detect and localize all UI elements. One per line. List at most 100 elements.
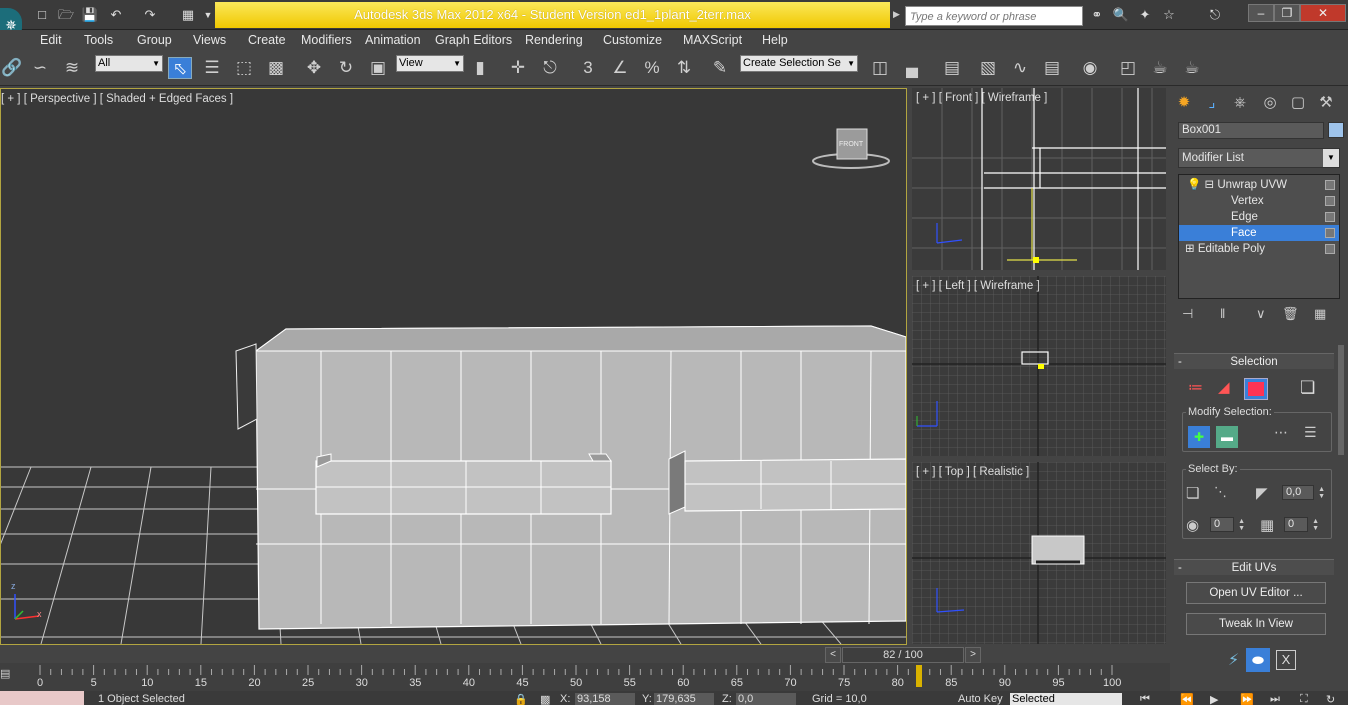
schematic-view-icon[interactable]: ▤ xyxy=(1040,57,1064,79)
left-viewport-label[interactable]: [ + ] [ Left ] [ Wireframe ] xyxy=(916,280,1040,292)
menu-create[interactable]: Create xyxy=(248,30,286,50)
unlink-icon[interactable]: ∽ xyxy=(28,57,52,79)
zoom-extents-icon[interactable]: ⛶ xyxy=(1300,693,1308,705)
track-bar[interactable]: ▤ 0 5 10 15 20 25 30 35 40 45 50 55 60 6… xyxy=(0,663,1170,691)
project-folder-icon[interactable]: ▦ xyxy=(178,5,198,25)
stack-item-toggle[interactable] xyxy=(1325,228,1335,238)
modify-tab-icon[interactable]: ⌟ xyxy=(1200,92,1224,114)
key-filter-dropdown[interactable]: Selected xyxy=(1010,693,1122,705)
front-viewport-label[interactable]: [ + ] [ Front ] [ Wireframe ] xyxy=(916,92,1047,104)
stack-item-edge[interactable]: Edge xyxy=(1179,209,1339,225)
stack-item-vertex[interactable]: Vertex xyxy=(1179,193,1339,209)
auto-key-button[interactable]: Auto Key xyxy=(958,693,1003,705)
shrink-selection-icon[interactable]: ▬ xyxy=(1216,426,1238,448)
show-end-result-icon[interactable]: ‖ xyxy=(1220,306,1225,321)
stack-item-unwrap-uvw[interactable]: 💡 ⊟ Unwrap UVW xyxy=(1179,177,1339,193)
absolute-mode-icon[interactable]: ▩ xyxy=(540,693,550,705)
select-and-manipulate-icon[interactable]: ✛ xyxy=(506,57,530,79)
undo-icon[interactable]: ↶ xyxy=(106,5,126,25)
motion-tab-icon[interactable]: ◎ xyxy=(1258,92,1282,114)
smoothing-group-spinner[interactable]: 0 ▲ ▼ xyxy=(1210,517,1245,532)
edit-uvs-rollout-header[interactable]: - Edit UVs xyxy=(1174,559,1334,575)
configure-modifier-sets-icon[interactable]: ▦ xyxy=(1314,306,1326,322)
modifier-list-dropdown[interactable]: Modifier List ▼ xyxy=(1178,148,1340,168)
rendered-frame-window-icon[interactable]: ☕ xyxy=(1148,57,1172,79)
left-viewport[interactable]: [ + ] [ Left ] [ Wireframe ] xyxy=(912,276,1166,456)
redo-icon[interactable]: ↷ xyxy=(140,5,160,25)
bind-space-warp-icon[interactable]: ≋ xyxy=(60,57,84,79)
open-file-icon[interactable]: 🗁 xyxy=(56,5,76,25)
perspective-viewport-label[interactable]: [ + ] [ Perspective ] [ Shaded + Edged F… xyxy=(1,93,233,105)
angle-snap-icon[interactable]: ∠ xyxy=(608,57,632,79)
scene-explorer-icon[interactable]: ▤ xyxy=(940,57,964,79)
goto-start-icon[interactable]: ⏮ xyxy=(1140,693,1150,705)
hierarchy-tab-icon[interactable]: ⎈ xyxy=(1228,92,1252,114)
menu-tools[interactable]: Tools xyxy=(84,30,113,50)
select-by-edge-loop-icon[interactable]: ⋱ xyxy=(1214,484,1227,500)
quick-planar-map-icon[interactable]: ⚡ xyxy=(1228,650,1239,670)
menu-group[interactable]: Group xyxy=(137,30,172,50)
loop-selection-icon[interactable]: ⋯ xyxy=(1274,424,1288,441)
object-name-field[interactable]: Box001 xyxy=(1178,122,1324,139)
perspective-viewport[interactable]: [ + ] [ Perspective ] [ Shaded + Edged F… xyxy=(0,88,907,645)
rotate-icon[interactable]: ↻ xyxy=(334,57,358,79)
stack-item-toggle[interactable] xyxy=(1325,244,1335,254)
keyboard-shortcut-override-icon[interactable]: ⎋ xyxy=(538,57,562,79)
x-coord-field[interactable]: 93,158 xyxy=(575,693,635,705)
stack-item-editable-poly[interactable]: ⊞ Editable Poly xyxy=(1179,241,1339,257)
remove-modifier-icon[interactable]: 🗑 xyxy=(1282,306,1299,322)
render-setup-icon[interactable]: ◰ xyxy=(1116,57,1140,79)
spinner-arrows-icon[interactable]: ▲ ▼ xyxy=(1312,518,1319,532)
layer-manager-icon[interactable]: ▧ xyxy=(976,57,1000,79)
select-and-link-icon[interactable]: 🔗 xyxy=(0,57,24,79)
percent-snap-icon[interactable]: % xyxy=(640,57,664,79)
goto-end-icon[interactable]: ⏭ xyxy=(1270,693,1280,705)
face-mode-icon[interactable] xyxy=(1244,378,1268,400)
rectangular-selection-icon[interactable]: ⬚ xyxy=(232,57,256,79)
front-viewport[interactable]: [ + ] [ Front ] [ Wireframe ] xyxy=(912,88,1166,270)
stack-item-toggle[interactable] xyxy=(1325,196,1335,206)
planar-map-icon[interactable]: ⬬ xyxy=(1246,648,1270,672)
y-coord-field[interactable]: 179,635 xyxy=(654,693,714,705)
help-icon[interactable]: ⎋ xyxy=(1200,5,1230,25)
orbit-icon[interactable]: ↻ xyxy=(1326,693,1335,705)
top-viewport[interactable]: [ + ] [ Top ] [ Realistic ] xyxy=(912,462,1166,644)
material-editor-icon[interactable]: ◉ xyxy=(1078,57,1102,79)
utilities-tab-icon[interactable]: ⚒ xyxy=(1314,92,1338,114)
expand-search-icon[interactable]: ▶ xyxy=(893,9,900,20)
window-crossing-icon[interactable]: ▩ xyxy=(264,57,288,79)
selection-rollout-header[interactable]: - Selection xyxy=(1174,353,1334,369)
next-frame-button[interactable]: > xyxy=(965,647,981,663)
planar-angle-icon[interactable]: ◤ xyxy=(1256,484,1268,502)
favorites-star-icon[interactable]: ☆ xyxy=(1159,5,1179,25)
move-icon[interactable]: ✥ xyxy=(302,57,326,79)
menu-animation[interactable]: Animation xyxy=(365,30,421,50)
z-coord-field[interactable]: 0,0 xyxy=(736,693,796,705)
make-unique-icon[interactable]: ∨ xyxy=(1256,306,1266,322)
top-viewport-label[interactable]: [ + ] [ Top ] [ Realistic ] xyxy=(916,466,1029,478)
maxscript-listener[interactable] xyxy=(0,691,84,705)
expand-icon[interactable]: ⊞ xyxy=(1185,243,1195,255)
reference-coordinate-dropdown[interactable]: View ▼ xyxy=(396,55,464,72)
collapse-icon[interactable]: ⊟ xyxy=(1205,179,1215,191)
object-color-swatch[interactable] xyxy=(1328,122,1344,138)
time-slider[interactable]: < 82 / 100 > xyxy=(825,647,981,663)
selection-filter-dropdown[interactable]: All ▼ xyxy=(95,55,163,72)
select-by-name-icon[interactable]: ☰ xyxy=(200,57,224,79)
close-button[interactable]: ✕ xyxy=(1300,4,1346,22)
open-uv-editor-button[interactable]: Open UV Editor ... xyxy=(1186,582,1326,604)
named-selection-sets-dropdown[interactable]: Create Selection Se ▼ xyxy=(740,55,858,72)
snaps-toggle-icon[interactable]: 3 xyxy=(576,57,600,79)
ring-selection-icon[interactable]: ☰ xyxy=(1304,424,1317,441)
vertex-mode-icon[interactable]: ≔ xyxy=(1188,378,1203,396)
previous-key-icon[interactable]: ⏪ xyxy=(1180,693,1194,705)
edit-named-selection-icon[interactable]: ✎ xyxy=(708,57,732,79)
menu-edit[interactable]: Edit xyxy=(40,30,62,50)
menu-customize[interactable]: Customize xyxy=(603,30,662,50)
menu-graph-editors[interactable]: Graph Editors xyxy=(435,30,512,50)
minimize-button[interactable]: – xyxy=(1248,4,1274,22)
binoculars-icon[interactable]: ⚭ xyxy=(1087,5,1107,25)
material-id-spinner[interactable]: 0 ▲ ▼ xyxy=(1284,517,1319,532)
reset-uvs-button[interactable]: X xyxy=(1276,650,1296,670)
pivot-center-icon[interactable]: ▮ xyxy=(468,57,492,79)
